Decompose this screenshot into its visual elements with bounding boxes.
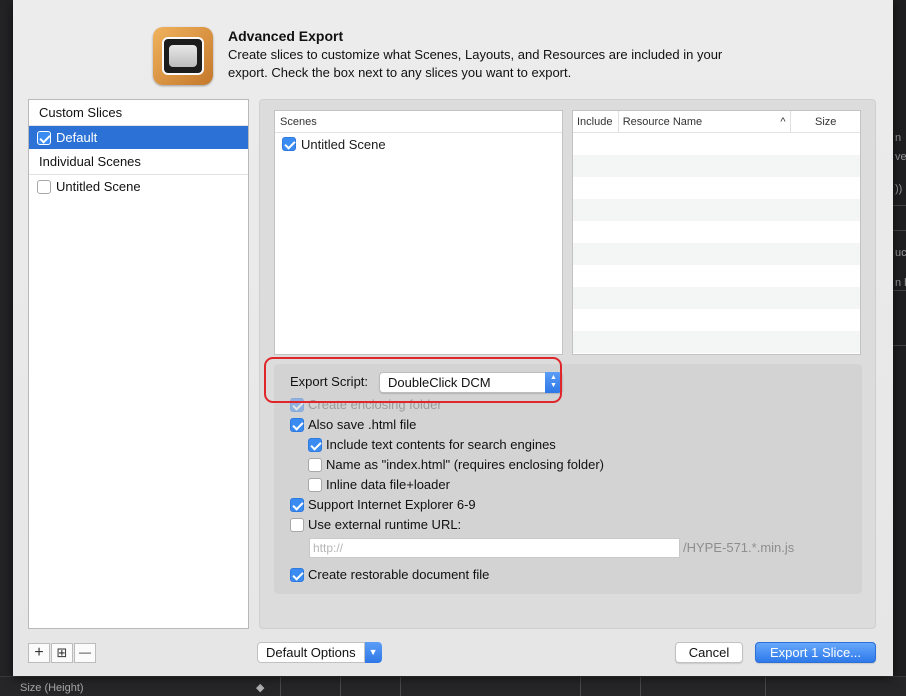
slices-list: Custom Slices Default Individual Scenes … <box>28 99 249 629</box>
hype-app-icon <box>153 27 213 85</box>
bg-snippet: ve <box>895 151 906 163</box>
film-frame-icon <box>162 37 204 75</box>
stepper-icon[interactable]: ◆ <box>256 681 264 694</box>
table-row <box>573 265 860 287</box>
use-external-runtime-checkbox[interactable] <box>290 518 304 532</box>
include-text-checkbox[interactable] <box>308 438 322 452</box>
export-options: Export Script: DoubleClick DCM ▲ ▼ Create… <box>274 364 862 594</box>
default-options-popup[interactable]: Default Options ▼ <box>257 642 382 663</box>
create-enclosing-folder-label: Create enclosing folder <box>308 397 442 412</box>
size-column-header[interactable]: Size <box>791 111 860 132</box>
advanced-export-sheet: Advanced Export Create slices to customi… <box>13 0 893 676</box>
background-right-strip: n ve )) uc n l <box>893 0 906 696</box>
resource-name-column-header[interactable]: Resource Name ^ <box>619 111 792 132</box>
dialog-title: Advanced Export <box>228 28 344 44</box>
scene-row[interactable]: Untitled Scene <box>275 133 562 155</box>
table-row <box>573 331 860 353</box>
inline-data-label: Inline data file+loader <box>326 477 450 492</box>
export-script-label: Export Script: <box>290 374 369 389</box>
resources-rows <box>573 133 860 353</box>
size-height-label: Size (Height) <box>20 682 84 694</box>
individual-scenes-header: Individual Scenes <box>29 149 248 175</box>
slice-list-controls: + ⊞ — <box>28 643 97 663</box>
inline-data-checkbox[interactable] <box>308 478 322 492</box>
background-left-strip <box>0 0 13 676</box>
slice-label: Default <box>56 130 98 145</box>
include-text-label: Include text contents for search engines <box>326 437 556 452</box>
table-row <box>573 199 860 221</box>
slice-settings-panel: Scenes Untitled Scene Include Resource N… <box>259 99 876 629</box>
table-row <box>573 287 860 309</box>
runtime-url-suffix: /HYPE-571.*.min.js <box>683 540 795 555</box>
dialog-description: Create slices to customize what Scenes, … <box>228 47 723 80</box>
table-row <box>573 243 860 265</box>
name-as-index-label: Name as "index.html" (requires enclosing… <box>326 457 605 472</box>
use-external-runtime-label: Use external runtime URL: <box>308 517 462 532</box>
slice-checkbox[interactable] <box>37 179 51 194</box>
scenes-table: Scenes Untitled Scene <box>274 110 563 355</box>
chevron-down-icon: ▼ <box>364 642 382 663</box>
name-as-index-checkbox[interactable] <box>308 458 322 472</box>
table-row <box>573 309 860 331</box>
resource-name-label: Resource Name <box>622 116 703 128</box>
table-row <box>573 177 860 199</box>
slice-label: Untitled Scene <box>56 179 141 194</box>
scenes-column-header[interactable]: Scenes <box>275 111 562 133</box>
add-slice-button[interactable]: + <box>28 643 50 663</box>
scene-checkbox[interactable] <box>282 137 296 151</box>
create-restorable-label: Create restorable document file <box>308 567 490 582</box>
background-inspector-row: Size (Height) ◆ <box>0 676 906 696</box>
export-button[interactable]: Export 1 Slice... <box>755 642 876 663</box>
remove-slice-button[interactable]: — <box>74 643 96 663</box>
support-ie-label: Support Internet Explorer 6-9 <box>308 497 476 512</box>
bg-snippet: uc <box>895 247 906 259</box>
scene-label: Untitled Scene <box>301 136 386 152</box>
create-restorable-checkbox[interactable] <box>290 568 304 582</box>
bg-snippet: )) <box>895 183 903 195</box>
slice-item-default[interactable]: Default <box>29 126 248 149</box>
table-row <box>573 133 860 155</box>
also-save-html-label: Also save .html file <box>308 417 417 432</box>
export-script-popup[interactable]: DoubleClick DCM ▲ ▼ <box>379 372 563 393</box>
slice-item-untitled-scene[interactable]: Untitled Scene <box>29 175 248 198</box>
bg-snippet: n l <box>895 277 906 289</box>
cancel-button[interactable]: Cancel <box>675 642 743 663</box>
custom-slices-header: Custom Slices <box>29 100 248 126</box>
default-options-label: Default Options <box>257 642 365 663</box>
sort-ascending-icon: ^ <box>780 116 786 128</box>
table-row <box>573 221 860 243</box>
create-enclosing-folder-checkbox <box>290 398 304 412</box>
table-row <box>573 155 860 177</box>
support-ie-checkbox[interactable] <box>290 498 304 512</box>
resources-header: Include Resource Name ^ Size <box>573 111 860 133</box>
slice-checkbox[interactable] <box>37 130 51 145</box>
include-column-header[interactable]: Include <box>573 111 619 132</box>
popup-arrows-icon: ▲ ▼ <box>545 372 562 393</box>
runtime-url-input[interactable]: http:// <box>309 538 680 558</box>
also-save-html-checkbox[interactable] <box>290 418 304 432</box>
resources-table: Include Resource Name ^ Size <box>572 110 861 355</box>
export-script-value: DoubleClick DCM <box>388 375 491 390</box>
bg-snippet: n <box>895 132 902 144</box>
duplicate-slice-button[interactable]: ⊞ <box>51 643 73 663</box>
